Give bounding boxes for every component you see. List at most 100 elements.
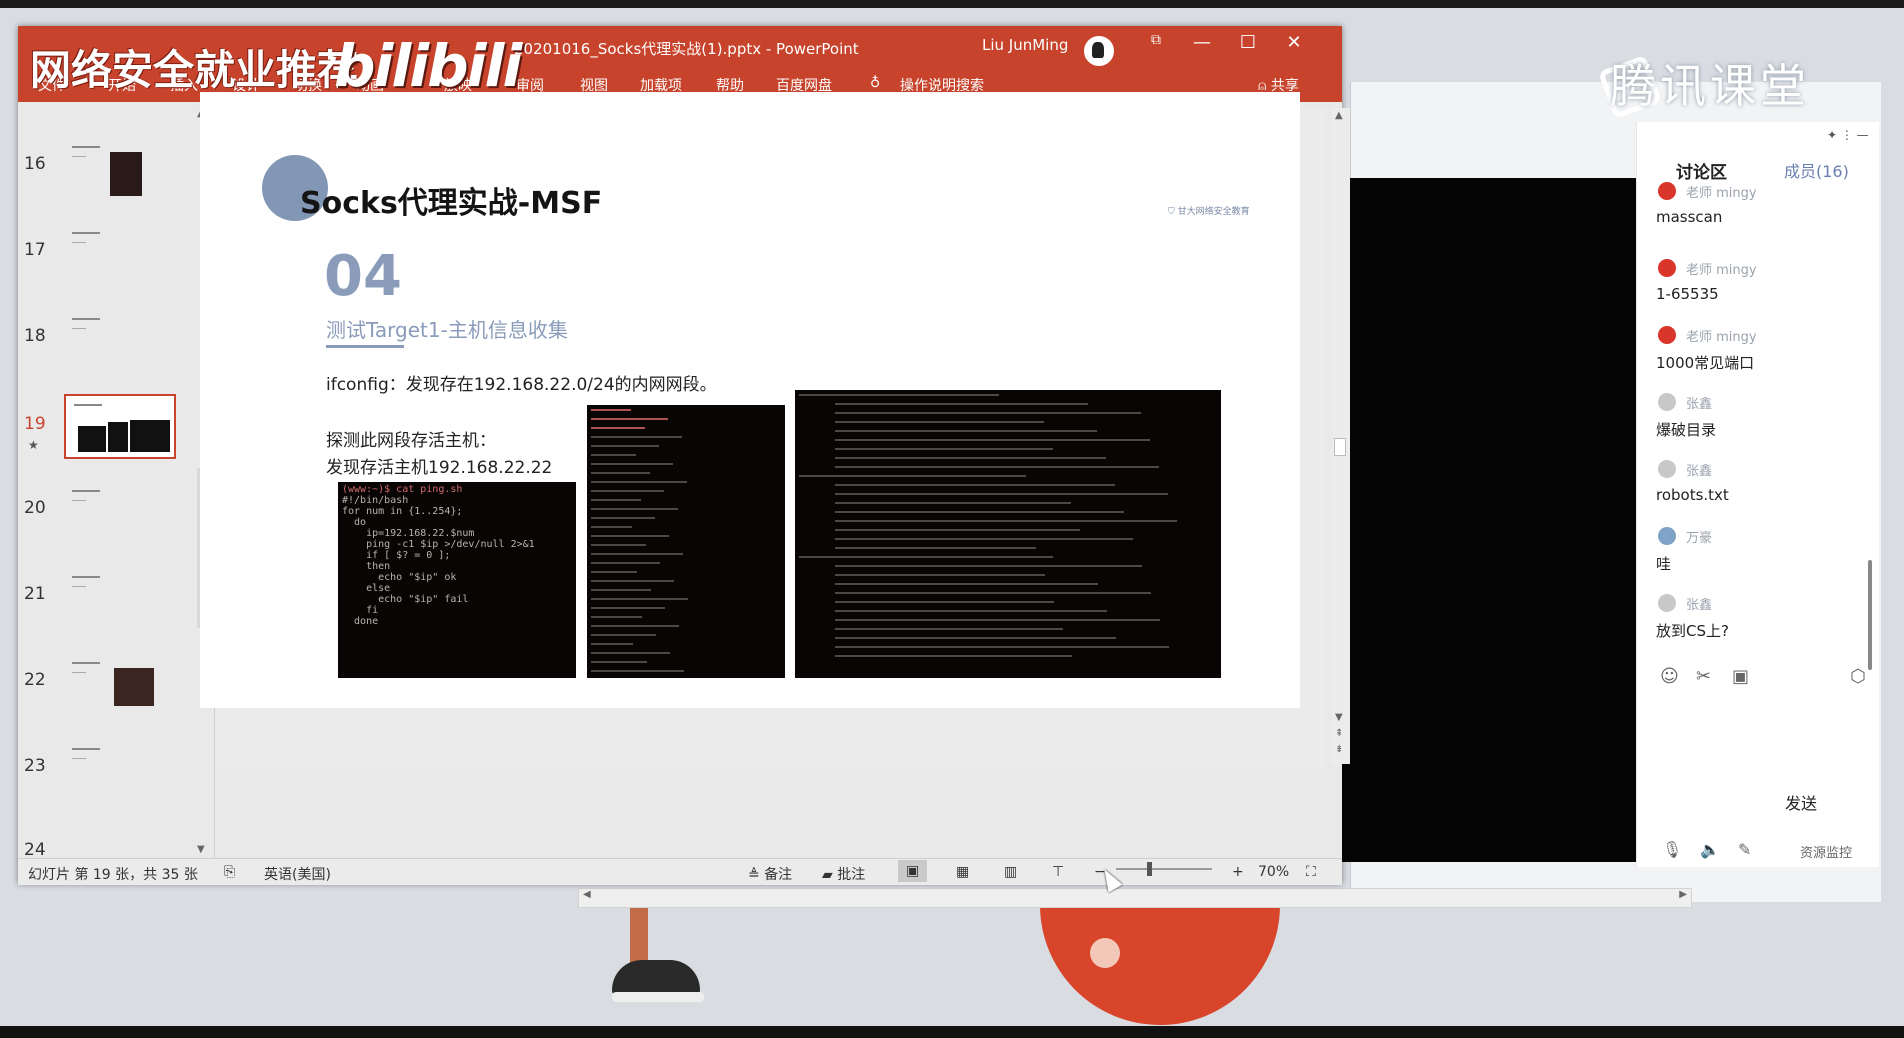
terminal-line [835, 439, 1150, 441]
image-icon[interactable]: ▣ [1732, 666, 1749, 687]
terminal-line [835, 592, 1151, 594]
accessibility-icon[interactable]: ⎘ [224, 864, 235, 880]
scissors-icon[interactable]: ✂ [1696, 666, 1711, 687]
terminal-line [591, 490, 664, 492]
chat-bottom-bar: 🎙 🔈 ✎ 资源监控 [1650, 840, 1875, 866]
terminal-line [835, 565, 1142, 567]
terminal-line [591, 598, 688, 600]
language-indicator[interactable]: 英语(美国) [264, 864, 331, 884]
terminal-line [835, 601, 1054, 603]
chat-message: 老师 mingy masscan [1650, 182, 1870, 257]
comments-button[interactable]: ▰ 批注 [822, 864, 865, 884]
terminal-line [591, 517, 655, 519]
pen-icon[interactable]: ✎ [1738, 840, 1751, 859]
mic-icon[interactable]: 🎙 [1662, 840, 1682, 859]
reading-view-icon[interactable]: ▥ [1004, 864, 1017, 880]
avatar [1658, 259, 1676, 277]
send-button[interactable]: 发送 [1785, 790, 1817, 814]
terminal-line [591, 580, 674, 582]
zoom-slider-knob[interactable] [1147, 862, 1152, 876]
cartoon-detail [1090, 938, 1120, 968]
scroll-left-icon[interactable]: ◀ [583, 889, 591, 900]
next-slide-icon[interactable]: ⇟ [1335, 744, 1343, 755]
terminal-line [591, 544, 646, 546]
horizontal-scrollbar[interactable]: ◀ ▶ [578, 888, 1692, 908]
terminal-line [591, 616, 642, 618]
terminal-line [799, 394, 999, 396]
speaker-icon[interactable]: 🔈 [1700, 840, 1720, 859]
slide-thumbnail[interactable] [64, 654, 172, 715]
zoom-in-icon[interactable]: + [1232, 864, 1244, 880]
terminal-output-lines [591, 409, 688, 672]
minimize-icon[interactable]: — [1188, 32, 1216, 53]
terminal-line: do [342, 517, 367, 528]
terminal-line [799, 475, 1026, 477]
close-icon[interactable]: ✕ [1280, 32, 1308, 53]
tab-members[interactable]: 成员(16) [1784, 158, 1849, 182]
chat-scrollbar[interactable] [1868, 560, 1872, 670]
message-author: 张鑫 [1686, 397, 1713, 412]
slide-thumbnail[interactable] [64, 740, 172, 801]
terminal-line [835, 547, 1036, 549]
terminal-line [835, 538, 1133, 540]
desktop-top-strip [0, 0, 1904, 8]
terminal-line [591, 526, 632, 528]
maximize-icon[interactable]: ☐ [1234, 32, 1262, 53]
chat-message-list: 老师 mingy masscan 老师 mingy 1-65535 老师 min… [1650, 182, 1870, 659]
avatar [1658, 326, 1676, 344]
terminal-line: then [342, 561, 391, 572]
title-bar: 20201016_Socks代理实战(1).pptx - PowerPoint … [18, 26, 1342, 102]
canvas-scrollbar[interactable]: ▲ ▼ ⇞ ⇟ [1332, 108, 1350, 764]
subtitle-underline [326, 345, 404, 348]
ribbon-display-icon[interactable]: ⧉ [1142, 32, 1170, 48]
slide-thumbnail[interactable] [64, 224, 172, 285]
terminal-line [835, 529, 1080, 531]
message-author: 张鑫 [1686, 464, 1713, 479]
pin-icon[interactable]: ✦ ⋮ — [1827, 128, 1869, 142]
terminal-line [835, 520, 1177, 522]
terminal-line [591, 535, 669, 537]
notes-button[interactable]: ≜ 备注 [748, 864, 792, 884]
message-text: robots.txt [1656, 486, 1729, 504]
slide-thumbnail[interactable] [64, 482, 172, 543]
slide-sorter-icon[interactable]: ▦ [956, 864, 969, 880]
cartoon-shoe-sole [612, 992, 704, 1002]
message-author: 老师 mingy [1686, 186, 1757, 201]
slide-logo: ⛉ 甘大网络安全教育 [1168, 204, 1250, 217]
slide-thumbnail[interactable] [64, 568, 172, 629]
scroll-down-icon[interactable]: ▼ [197, 844, 205, 855]
terminal-line [835, 610, 1107, 612]
previous-slide-icon[interactable]: ⇞ [1335, 728, 1343, 739]
bilibili-logo: bilibili [334, 32, 522, 100]
scroll-up-icon[interactable]: ▲ [1335, 110, 1343, 121]
terminal-line: echo "$ip" ok [342, 572, 457, 583]
slide-thumbnail-selected[interactable] [64, 394, 176, 459]
settings-icon[interactable]: ⬡ [1850, 666, 1866, 687]
user-avatar[interactable] [1082, 34, 1116, 68]
terminal-line: #!/bin/bash [342, 495, 409, 506]
resource-monitor[interactable]: 资源监控 [1800, 842, 1852, 861]
fit-to-window-icon[interactable]: ⛶ [1306, 864, 1316, 880]
scroll-right-icon[interactable]: ▶ [1679, 889, 1687, 900]
normal-view-icon[interactable]: ▣ [898, 860, 928, 882]
terminal-line [591, 436, 682, 438]
zoom-level[interactable]: 70% [1258, 864, 1289, 880]
terminal-line [835, 484, 1115, 486]
terminal-line [591, 553, 683, 555]
terminal-line: else [342, 583, 391, 594]
scroll-down-icon[interactable]: ▼ [1335, 712, 1343, 723]
slide-counter: 幻灯片 第 19 张，共 35 张 [28, 867, 198, 883]
slide-thumbnail[interactable] [64, 138, 172, 199]
slideshow-icon[interactable]: ⊤ [1052, 864, 1064, 880]
emoji-icon[interactable]: ☺ [1660, 666, 1679, 687]
tab-discussion[interactable]: 讨论区 [1676, 158, 1727, 183]
scroll-thumb[interactable] [1334, 438, 1346, 456]
zoom-slider-track[interactable] [1116, 868, 1212, 870]
slide-text-found: 发现存活主机192.168.22.22 [326, 458, 553, 478]
terminal-line: ip=192.168.22.$num [342, 528, 475, 539]
slide-thumbnail[interactable] [64, 310, 172, 371]
avatar [1658, 393, 1676, 411]
user-name[interactable]: Liu JunMing [982, 36, 1068, 54]
terminal-line [591, 661, 647, 663]
chat-message: 张鑫 放到CS上? [1650, 592, 1870, 659]
